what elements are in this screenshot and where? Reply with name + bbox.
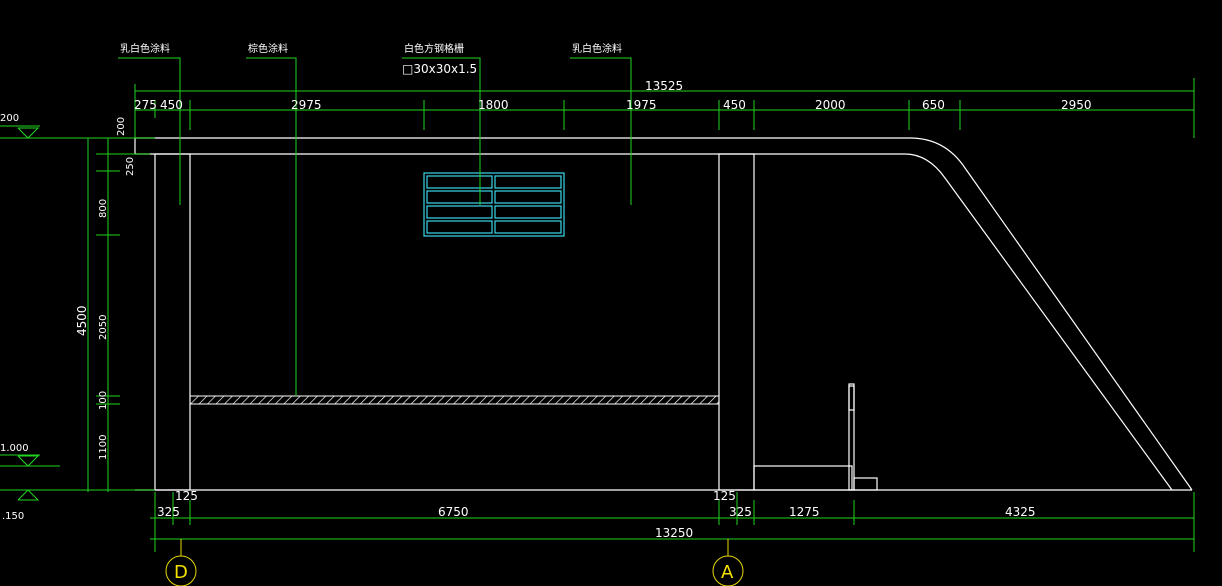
bottom-dim-325a: 325: [157, 505, 180, 519]
bottom-dim-6750: 6750: [438, 505, 469, 519]
bottom-dim-4325: 4325: [1005, 505, 1036, 519]
left-dim-100: 100: [98, 391, 109, 410]
left-dim-1100: 1100: [98, 435, 109, 460]
building-outline: [134, 137, 1193, 491]
level-marker-top: [17, 127, 40, 139]
roof-top-edge: [135, 137, 1193, 491]
level-text-200: 200: [0, 113, 19, 124]
material-label-3-spec: □30x30x1.5: [402, 62, 477, 76]
top-dim-450b: 450: [723, 98, 746, 112]
material-label-3: 白色方钢格栅: [404, 42, 464, 55]
bottom-overall-dim: 13250: [655, 526, 693, 540]
top-dim-1975: 1975: [626, 98, 657, 112]
left-overall-dim: 4500: [75, 305, 89, 336]
elevation-drawing: 乳白色涂料 棕色涂料 白色方钢格栅 □30x30x1.5 乳白色涂料 13525…: [0, 42, 1195, 586]
left-dim-800: 800: [98, 199, 109, 218]
material-label-2: 棕色涂料: [248, 42, 288, 55]
sign-post-top: [848, 383, 855, 411]
bottom-offset-125-right: 125: [713, 489, 736, 503]
right-column: [718, 153, 755, 491]
top-dim-450a: 450: [160, 98, 183, 112]
left-dim-200: 200: [116, 117, 127, 136]
left-dim-250: 250: [125, 157, 136, 176]
bottom-dimension-chain: [150, 492, 1195, 552]
level-text-1000: 1.000: [0, 443, 29, 454]
bottom-dim-325b: 325: [729, 505, 752, 519]
axis-markers: [165, 539, 744, 586]
top-overall-dim: 13525: [645, 79, 683, 93]
level-marker-mid: [17, 455, 40, 467]
top-dim-2975: 2975: [291, 98, 322, 112]
level-text-150: .150: [2, 511, 24, 522]
top-dim-2000: 2000: [815, 98, 846, 112]
left-column: [154, 153, 191, 491]
top-dim-2950: 2950: [1061, 98, 1092, 112]
steel-grille: [423, 172, 565, 237]
axis-label-d: D: [174, 562, 188, 583]
material-label-4: 乳白色涂料: [572, 42, 622, 55]
top-dim-1800: 1800: [478, 98, 509, 112]
bottom-offset-125-left: 125: [175, 489, 198, 503]
axis-label-a: A: [721, 562, 734, 583]
leader-lines: [118, 57, 632, 396]
bottom-dim-1275: 1275: [789, 505, 820, 519]
level-marker-bottom: [17, 489, 40, 501]
left-dim-2050: 2050: [98, 315, 109, 340]
roof-bottom-edge: [135, 153, 1173, 491]
top-dim-275: 275: [134, 98, 157, 112]
post-base: [853, 477, 878, 491]
cabinet: [753, 465, 853, 491]
top-dim-650: 650: [922, 98, 945, 112]
bench-hatch: [189, 395, 720, 405]
material-label-1: 乳白色涂料: [120, 42, 170, 55]
